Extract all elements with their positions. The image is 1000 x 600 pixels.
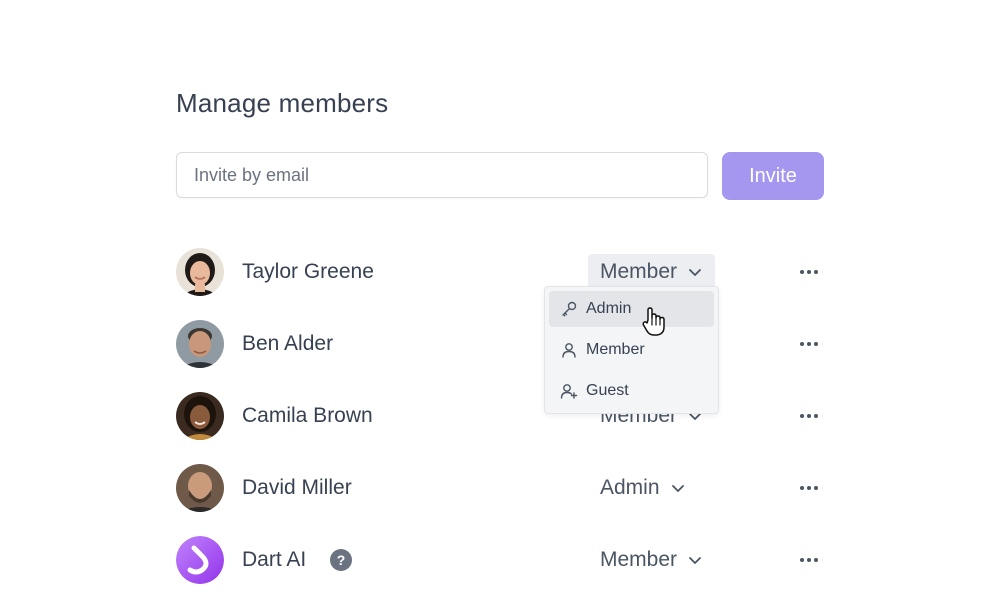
role-option-admin[interactable]: Admin <box>549 291 714 327</box>
chevron-down-icon <box>689 269 701 276</box>
member-row: Camila Brown Member <box>176 392 824 440</box>
role-select[interactable]: Member <box>588 254 716 290</box>
chevron-down-icon <box>671 485 684 492</box>
hand-cursor-icon <box>642 307 665 336</box>
member-row: Taylor Greene Member <box>176 248 824 296</box>
role-option-member[interactable]: Member <box>549 332 714 368</box>
role-select[interactable]: Admin <box>588 470 698 506</box>
role-option-guest[interactable]: Guest <box>549 373 714 409</box>
member-row: Dart AI ? Member <box>176 536 824 584</box>
role-label: Member <box>600 260 678 283</box>
page-title: Manage members <box>176 88 389 118</box>
more-options-button[interactable] <box>794 260 824 284</box>
more-options-button[interactable] <box>794 548 824 572</box>
role-option-label: Guest <box>586 382 629 399</box>
invite-email-input[interactable] <box>176 152 708 198</box>
role-label: Member <box>600 548 678 571</box>
member-name: Taylor Greene <box>242 260 374 283</box>
member-name: Ben Alder <box>242 332 334 355</box>
avatar <box>176 320 224 368</box>
avatar <box>176 392 224 440</box>
role-dropdown-menu: Admin Member Guest <box>544 286 719 414</box>
invite-button[interactable]: Invite <box>722 152 824 200</box>
member-name: David Miller <box>242 476 352 499</box>
user-plus-icon <box>560 384 578 399</box>
role-option-label: Admin <box>586 300 632 317</box>
role-label: Admin <box>600 476 660 499</box>
more-options-button[interactable] <box>794 404 824 428</box>
more-options-button[interactable] <box>794 476 824 500</box>
key-icon <box>562 301 577 317</box>
more-options-button[interactable] <box>794 332 824 356</box>
user-icon <box>562 343 576 358</box>
chevron-down-icon <box>689 557 701 564</box>
role-option-label: Member <box>586 341 645 358</box>
member-name: Dart AI <box>242 548 307 571</box>
member-row: Ben Alder Member <box>176 320 824 368</box>
avatar <box>176 248 224 296</box>
avatar <box>176 464 224 512</box>
dart-logo-icon <box>176 536 224 584</box>
role-select[interactable]: Member <box>588 542 715 578</box>
help-icon[interactable]: ? <box>330 549 352 571</box>
member-row: David Miller Admin <box>176 464 824 512</box>
member-name: Camila Brown <box>242 404 373 427</box>
